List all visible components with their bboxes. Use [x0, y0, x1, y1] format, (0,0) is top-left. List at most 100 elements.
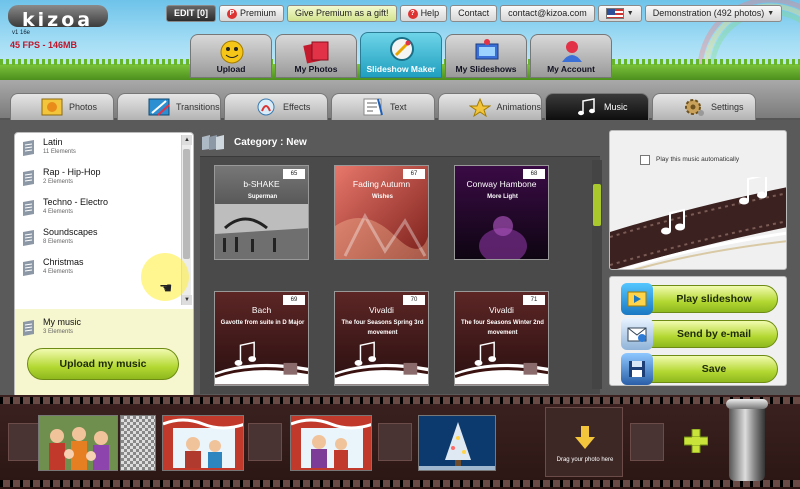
- tab-my-account-label: My Account: [547, 64, 595, 74]
- empty-frame-slot[interactable]: [630, 423, 664, 461]
- track-card[interactable]: 69 Bach Gavotte from suite in D Major: [214, 291, 309, 386]
- subtab-effects-label: Effects: [283, 102, 311, 112]
- send-email-button[interactable]: Send by e-mail: [621, 318, 778, 350]
- help-label: Help: [420, 8, 440, 18]
- track-photo: [215, 204, 308, 259]
- music-folder-icon: [23, 170, 34, 186]
- subtab-music[interactable]: Music: [545, 93, 649, 120]
- category-item-my-music[interactable]: My music 3 Elements: [21, 317, 177, 343]
- category-item-latin[interactable]: Latin 11 Elements: [21, 137, 177, 163]
- gift-premium-link[interactable]: Give Premium as a gift!: [287, 5, 397, 22]
- drop-zone-label: Drag your photo here: [556, 457, 614, 463]
- edit-button[interactable]: EDIT [0]: [166, 5, 217, 22]
- category-item-techno-electro[interactable]: Techno - Electro 4 Elements: [21, 197, 177, 223]
- subtab-effects[interactable]: Effects: [224, 93, 328, 120]
- category-name: Soundscapes: [43, 227, 98, 237]
- track-title: Vivaldi: [489, 305, 514, 315]
- contact-label: Contact: [458, 8, 490, 18]
- plus-icon[interactable]: [684, 429, 708, 453]
- subtab-text[interactable]: Text: [331, 93, 435, 120]
- subtab-text-label: Text: [390, 102, 407, 112]
- account-dropdown[interactable]: Demonstration (492 photos) ▼: [644, 5, 783, 22]
- subtab-photos[interactable]: Photos: [10, 93, 114, 120]
- track-photo: [335, 212, 428, 259]
- tab-upload[interactable]: Upload: [190, 34, 272, 78]
- track-card[interactable]: 68 Conway Hambone More Light: [454, 165, 549, 260]
- arrow-down-icon: [575, 426, 595, 449]
- tab-my-account[interactable]: My Account: [530, 34, 612, 78]
- email-icon: [621, 318, 653, 350]
- save-label: Save: [701, 363, 727, 375]
- tab-slideshow-maker[interactable]: Slideshow Maker: [360, 32, 442, 78]
- track-card[interactable]: 70 Vivaldi The four Seasons Spring 3rd m…: [334, 291, 429, 386]
- subtab-animations[interactable]: Animations: [438, 93, 542, 120]
- track-title: Bach: [251, 305, 272, 315]
- tab-upload-label: Upload: [216, 64, 246, 74]
- subtab-settings[interactable]: Settings: [652, 93, 756, 120]
- account-label: Demonstration (492 photos): [652, 8, 765, 18]
- premium-link[interactable]: P Premium: [219, 5, 285, 22]
- track-title: b-SHAKE: [243, 179, 280, 189]
- filmstrip-photo[interactable]: [162, 415, 244, 471]
- filmstrip-photo[interactable]: [120, 415, 156, 471]
- empty-frame-slot[interactable]: [378, 423, 412, 461]
- track-grid-scrollbar[interactable]: [592, 160, 602, 389]
- music-notes-icon: [215, 341, 308, 385]
- category-scroll-thumb[interactable]: [183, 149, 190, 259]
- category-item-rap-hip-hop[interactable]: Rap - Hip-Hop 2 Elements: [21, 167, 177, 193]
- category-count: 8 Elements: [43, 239, 74, 245]
- track-number: 65: [283, 169, 305, 179]
- category-item-soundscapes[interactable]: Soundscapes 8 Elements: [21, 227, 177, 253]
- track-card[interactable]: 71 Vivaldi The four Seasons Winter 2nd m…: [454, 291, 549, 386]
- tab-my-photos[interactable]: My Photos: [275, 34, 357, 78]
- subtab-transitions[interactable]: Transitions: [117, 93, 221, 120]
- contact-link[interactable]: Contact: [450, 5, 498, 22]
- animations-icon: [467, 96, 492, 118]
- premium-label: Premium: [240, 8, 277, 18]
- track-title: Fading Autumn: [352, 179, 411, 189]
- empty-frame-slot[interactable]: [8, 423, 42, 461]
- tab-my-slideshows[interactable]: My Slideshows: [445, 34, 527, 78]
- scroll-down-arrow-icon[interactable]: ▼: [182, 295, 192, 305]
- us-flag-icon: [605, 8, 624, 19]
- chevron-down-icon: ▼: [626, 10, 634, 17]
- category-count: 3 Elements: [43, 329, 74, 335]
- scroll-up-arrow-icon[interactable]: ▲: [182, 135, 192, 145]
- save-button[interactable]: Save: [621, 353, 778, 385]
- christmas-photo: [163, 416, 243, 470]
- tab-my-photos-label: My Photos: [294, 64, 338, 74]
- play-icon: [621, 283, 653, 315]
- track-card[interactable]: 67 Fading Autumn Wishes: [334, 165, 429, 260]
- film-perforations: [0, 480, 800, 487]
- filmstrip-photo[interactable]: [290, 415, 372, 471]
- track-subtitle: Wishes: [372, 194, 393, 200]
- filmstrip-photo[interactable]: [38, 415, 118, 471]
- settings-icon: [681, 96, 707, 118]
- film-perforations: [0, 397, 800, 404]
- christmas-tree-photo: [419, 416, 495, 470]
- track-number: 68: [523, 169, 545, 179]
- logo[interactable]: kizoa: [8, 5, 108, 31]
- category-header: Category : New: [200, 134, 307, 151]
- track-title: Conway Hambone: [466, 179, 537, 189]
- track-subtitle: Gavotte from suite in D Major: [220, 320, 305, 326]
- track-number: 69: [283, 295, 305, 305]
- email-link[interactable]: contact@kizoa.com: [500, 5, 595, 22]
- track-card[interactable]: 65 b-SHAKE Superman: [214, 165, 309, 260]
- music-folder-icon: [23, 200, 34, 216]
- slideshow-actions: Play slideshow Send by e-mail Save: [609, 276, 787, 386]
- filmstrip-photo[interactable]: [418, 415, 496, 471]
- subtab-photos-label: Photos: [69, 102, 98, 112]
- empty-frame-slot[interactable]: [248, 423, 282, 461]
- track-grid-scroll-thumb[interactable]: [593, 184, 601, 226]
- subtab-music-label: Music: [604, 102, 628, 112]
- photo-drop-zone[interactable]: Drag your photo here: [545, 407, 623, 477]
- help-link[interactable]: ? Help: [399, 5, 448, 22]
- track-title: Vivaldi: [369, 305, 394, 315]
- trash-icon[interactable]: [726, 399, 768, 481]
- language-selector[interactable]: ▼: [597, 5, 642, 22]
- music-folder-icon: [23, 260, 34, 276]
- play-slideshow-button[interactable]: Play slideshow: [621, 283, 778, 315]
- autoplay-checkbox[interactable]: [640, 155, 650, 165]
- upload-music-button[interactable]: Upload my music: [27, 348, 179, 380]
